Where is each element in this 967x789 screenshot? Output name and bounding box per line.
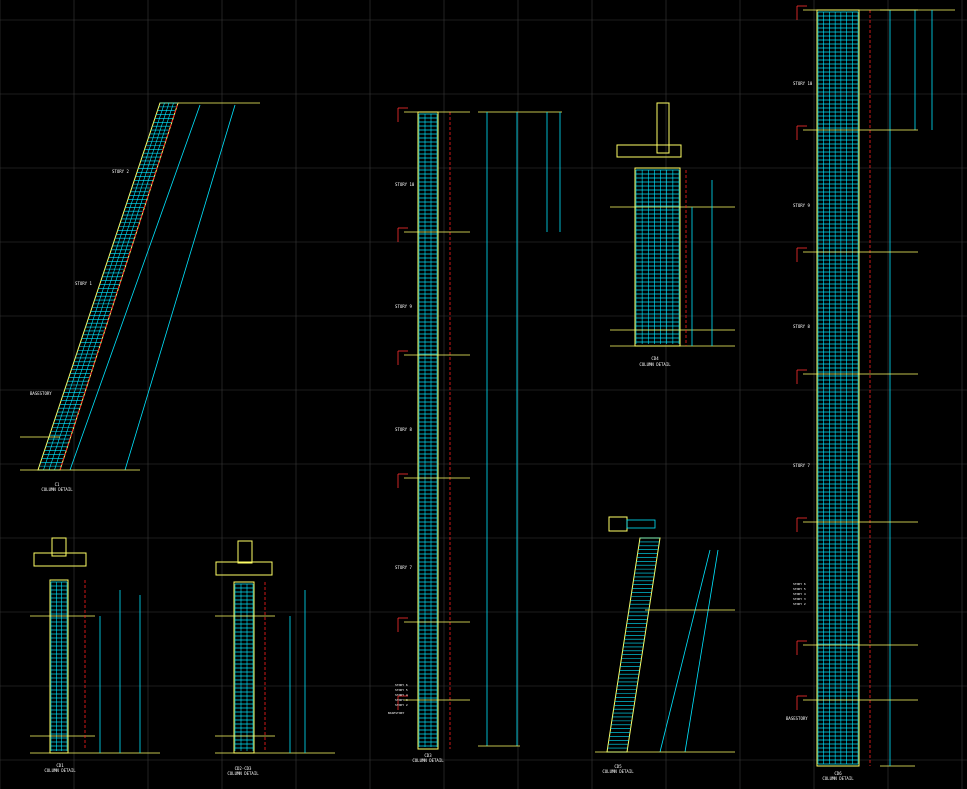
story-label-10: STORY 10 <box>395 182 415 187</box>
story-label-6: STORY 6 <box>793 582 806 586</box>
detail-caption-title: COLUMN DETAIL <box>602 769 634 774</box>
story-label-8: STORY 8 <box>793 324 810 329</box>
detail-caption-id: CD4 <box>651 356 659 361</box>
story-label-10: STORY 10 <box>793 81 813 86</box>
detail-caption-title: COLUMN DETAIL <box>227 771 259 776</box>
story-label-8: STORY 8 <box>395 427 412 432</box>
cad-drawing-canvas[interactable]: STORY 2 STORY 1 BASESTORY C1 COLUMN DETA… <box>0 0 967 789</box>
story-label-1: STORY 1 <box>75 281 92 286</box>
canvas-background <box>0 0 967 789</box>
story-label-9: STORY 9 <box>793 203 810 208</box>
story-label-7: STORY 7 <box>793 463 810 468</box>
story-label-2: STORY 2 <box>395 703 408 707</box>
story-label-6: STORY 6 <box>395 683 408 687</box>
story-label-4: STORY 4 <box>793 592 806 596</box>
detail-caption-title: COLUMN DETAIL <box>44 768 76 773</box>
story-label-5: STORY 5 <box>793 587 806 591</box>
story-label-5: STORY 5 <box>395 688 408 692</box>
story-label-9: STORY 9 <box>395 304 412 309</box>
detail-caption-title: COLUMN DETAIL <box>822 776 854 781</box>
story-label-base: BASESTORY <box>786 716 808 721</box>
story-label-2: STORY 2 <box>793 602 806 606</box>
story-label-3: STORY 3 <box>395 698 408 702</box>
story-label-2: STORY 2 <box>112 169 129 174</box>
story-label-7: STORY 7 <box>395 565 412 570</box>
story-label-4: STORY 4 <box>395 693 408 697</box>
story-label-base: BASESTORY <box>388 711 404 715</box>
detail-caption-title: COLUMN DETAIL <box>639 362 671 367</box>
story-label-3: STORY 3 <box>793 597 806 601</box>
detail-caption-title: COLUMN DETAIL <box>412 758 444 763</box>
detail-caption-title: COLUMN DETAIL <box>41 487 73 492</box>
story-label-base: BASESTORY <box>30 391 52 396</box>
